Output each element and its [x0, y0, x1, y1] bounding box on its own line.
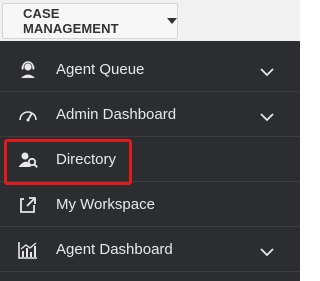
app-switcher-button[interactable]: CASE MANAGEMENT — [2, 3, 178, 39]
sidebar-item-label: Admin Dashboard — [56, 106, 177, 123]
chart-icon — [18, 241, 38, 259]
person-search-icon — [18, 151, 38, 169]
chevron-down-icon[interactable] — [260, 109, 274, 122]
sidebar-item-admin-dashboard[interactable]: Admin Dashboard — [0, 92, 300, 137]
sidebar-item-label: Agent Queue — [56, 61, 145, 78]
sidebar-item-my-workspace[interactable]: My Workspace — [0, 182, 300, 227]
caret-down-icon — [167, 18, 177, 24]
sidebar-item-directory[interactable]: Directory — [0, 137, 300, 182]
app-switcher-label: CASE MANAGEMENT — [23, 6, 119, 36]
agent-headset-icon — [18, 61, 38, 79]
sidebar-item-agent-dashboard[interactable]: Agent Dashboard — [0, 227, 300, 272]
sidebar-item-agent-queue[interactable]: Agent Queue — [0, 47, 300, 92]
gauge-icon — [18, 106, 38, 124]
sidebar-item-label: Directory — [56, 151, 117, 168]
chevron-down-icon[interactable] — [260, 64, 274, 77]
workspace-export-icon — [18, 196, 38, 214]
sidebar-item-label: Agent Dashboard — [56, 241, 173, 258]
sidebar-item-label: My Workspace — [56, 196, 155, 213]
top-bar: CASE MANAGEMENT — [0, 0, 300, 41]
sidebar-nav: Agent Queue Admin Dashboard Directory My… — [0, 41, 300, 281]
chevron-down-icon[interactable] — [260, 244, 274, 257]
